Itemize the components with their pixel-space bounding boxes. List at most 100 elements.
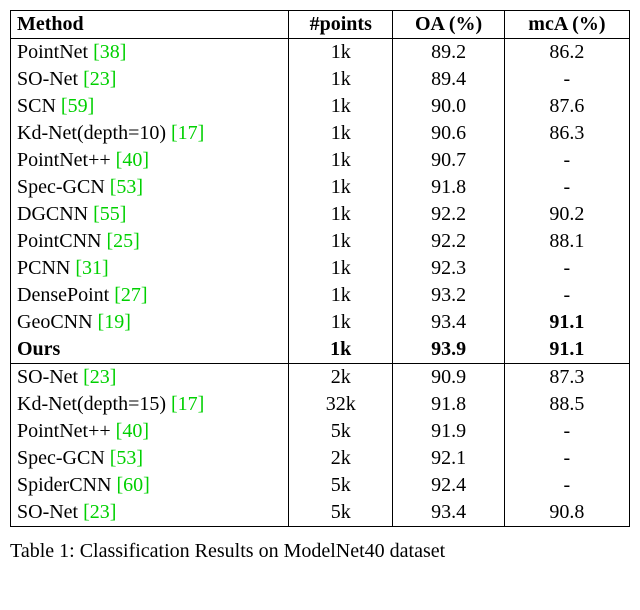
cell-points: 2k bbox=[289, 445, 393, 472]
citation-link[interactable]: [19] bbox=[98, 311, 131, 333]
cell-mca: 88.5 bbox=[504, 391, 629, 418]
cell-method: Ours bbox=[11, 336, 289, 364]
cell-oa: 89.2 bbox=[393, 39, 504, 67]
cell-points: 1k bbox=[289, 174, 393, 201]
table-row: PointNet [38]1k89.286.2 bbox=[11, 39, 630, 67]
citation-link[interactable]: [27] bbox=[114, 284, 147, 306]
citation-link[interactable]: [17] bbox=[171, 393, 204, 415]
cell-mca: 87.3 bbox=[504, 364, 629, 392]
cell-mca: 91.1 bbox=[504, 336, 629, 364]
cell-oa: 93.2 bbox=[393, 282, 504, 309]
cell-oa: 92.2 bbox=[393, 201, 504, 228]
table-row: PointNet++ [40]1k90.7- bbox=[11, 147, 630, 174]
cell-mca: - bbox=[504, 472, 629, 499]
cell-oa: 90.0 bbox=[393, 93, 504, 120]
table-row: DGCNN [55]1k92.290.2 bbox=[11, 201, 630, 228]
table-row: DensePoint [27]1k93.2- bbox=[11, 282, 630, 309]
cell-points: 1k bbox=[289, 282, 393, 309]
cell-points: 2k bbox=[289, 364, 393, 392]
cell-method: SO-Net [23] bbox=[11, 499, 289, 527]
table-row: Kd-Net(depth=15) [17]32k91.888.5 bbox=[11, 391, 630, 418]
citation-link[interactable]: [25] bbox=[106, 230, 139, 252]
cell-mca: - bbox=[504, 282, 629, 309]
cell-mca: 90.8 bbox=[504, 499, 629, 527]
table-row: PointCNN [25]1k92.288.1 bbox=[11, 228, 630, 255]
citation-link[interactable]: [23] bbox=[83, 501, 116, 523]
table-row: PointNet++ [40]5k91.9- bbox=[11, 418, 630, 445]
cell-oa: 90.7 bbox=[393, 147, 504, 174]
citation-link[interactable]: [23] bbox=[83, 366, 116, 388]
cell-method: PointCNN [25] bbox=[11, 228, 289, 255]
table-row: PCNN [31]1k92.3- bbox=[11, 255, 630, 282]
cell-mca: 86.2 bbox=[504, 39, 629, 67]
citation-link[interactable]: [40] bbox=[116, 420, 149, 442]
citation-link[interactable]: [53] bbox=[110, 176, 143, 198]
cell-oa: 92.2 bbox=[393, 228, 504, 255]
cell-oa: 90.6 bbox=[393, 120, 504, 147]
cell-oa: 91.8 bbox=[393, 174, 504, 201]
cell-mca: 87.6 bbox=[504, 93, 629, 120]
cell-method: DensePoint [27] bbox=[11, 282, 289, 309]
cell-method: GeoCNN [19] bbox=[11, 309, 289, 336]
cell-oa: 90.9 bbox=[393, 364, 504, 392]
table-row: SO-Net [23]1k89.4- bbox=[11, 66, 630, 93]
cell-points: 1k bbox=[289, 39, 393, 67]
cell-points: 1k bbox=[289, 336, 393, 364]
cell-method: PointNet++ [40] bbox=[11, 418, 289, 445]
citation-link[interactable]: [53] bbox=[110, 447, 143, 469]
cell-mca: - bbox=[504, 418, 629, 445]
table-row: SO-Net [23]2k90.987.3 bbox=[11, 364, 630, 392]
cell-mca: 91.1 bbox=[504, 309, 629, 336]
cell-oa: 93.9 bbox=[393, 336, 504, 364]
table-row: Spec-GCN [53]2k92.1- bbox=[11, 445, 630, 472]
cell-points: 1k bbox=[289, 120, 393, 147]
cell-points: 1k bbox=[289, 228, 393, 255]
header-mca: mcA (%) bbox=[504, 11, 629, 39]
cell-points: 32k bbox=[289, 391, 393, 418]
cell-method: Kd-Net(depth=15) [17] bbox=[11, 391, 289, 418]
cell-points: 1k bbox=[289, 255, 393, 282]
citation-link[interactable]: [38] bbox=[93, 41, 126, 63]
cell-points: 1k bbox=[289, 309, 393, 336]
header-oa: OA (%) bbox=[393, 11, 504, 39]
header-method: Method bbox=[11, 11, 289, 39]
cell-points: 1k bbox=[289, 201, 393, 228]
cell-method: PointNet++ [40] bbox=[11, 147, 289, 174]
citation-link[interactable]: [40] bbox=[116, 149, 149, 171]
cell-method: PointNet [38] bbox=[11, 39, 289, 67]
table-row: Kd-Net(depth=10) [17]1k90.686.3 bbox=[11, 120, 630, 147]
table-row: GeoCNN [19]1k93.491.1 bbox=[11, 309, 630, 336]
table-row: Ours1k93.991.1 bbox=[11, 336, 630, 364]
cell-method: Kd-Net(depth=10) [17] bbox=[11, 120, 289, 147]
citation-link[interactable]: [31] bbox=[75, 257, 108, 279]
cell-oa: 92.3 bbox=[393, 255, 504, 282]
table-row: SO-Net [23]5k93.490.8 bbox=[11, 499, 630, 527]
cell-oa: 93.4 bbox=[393, 499, 504, 527]
cell-oa: 91.8 bbox=[393, 391, 504, 418]
cell-points: 1k bbox=[289, 93, 393, 120]
table-row: Spec-GCN [53]1k91.8- bbox=[11, 174, 630, 201]
cell-oa: 92.1 bbox=[393, 445, 504, 472]
citation-link[interactable]: [60] bbox=[116, 474, 149, 496]
citation-link[interactable]: [17] bbox=[171, 122, 204, 144]
cell-method: SpiderCNN [60] bbox=[11, 472, 289, 499]
cell-oa: 91.9 bbox=[393, 418, 504, 445]
cell-mca: - bbox=[504, 445, 629, 472]
cell-mca: 88.1 bbox=[504, 228, 629, 255]
cell-mca: - bbox=[504, 174, 629, 201]
cell-mca: - bbox=[504, 255, 629, 282]
cell-mca: - bbox=[504, 147, 629, 174]
cell-method: SO-Net [23] bbox=[11, 66, 289, 93]
cell-method: SO-Net [23] bbox=[11, 364, 289, 392]
cell-points: 5k bbox=[289, 472, 393, 499]
table-caption: Table 1: Classification Results on Model… bbox=[10, 537, 640, 565]
cell-method: SCN [59] bbox=[11, 93, 289, 120]
citation-link[interactable]: [55] bbox=[93, 203, 126, 225]
citation-link[interactable]: [59] bbox=[61, 95, 94, 117]
cell-method: DGCNN [55] bbox=[11, 201, 289, 228]
table-header-row: Method #points OA (%) mcA (%) bbox=[11, 11, 630, 39]
table-row: SpiderCNN [60]5k92.4- bbox=[11, 472, 630, 499]
table-row: SCN [59]1k90.087.6 bbox=[11, 93, 630, 120]
citation-link[interactable]: [23] bbox=[83, 68, 116, 90]
cell-method: Spec-GCN [53] bbox=[11, 174, 289, 201]
